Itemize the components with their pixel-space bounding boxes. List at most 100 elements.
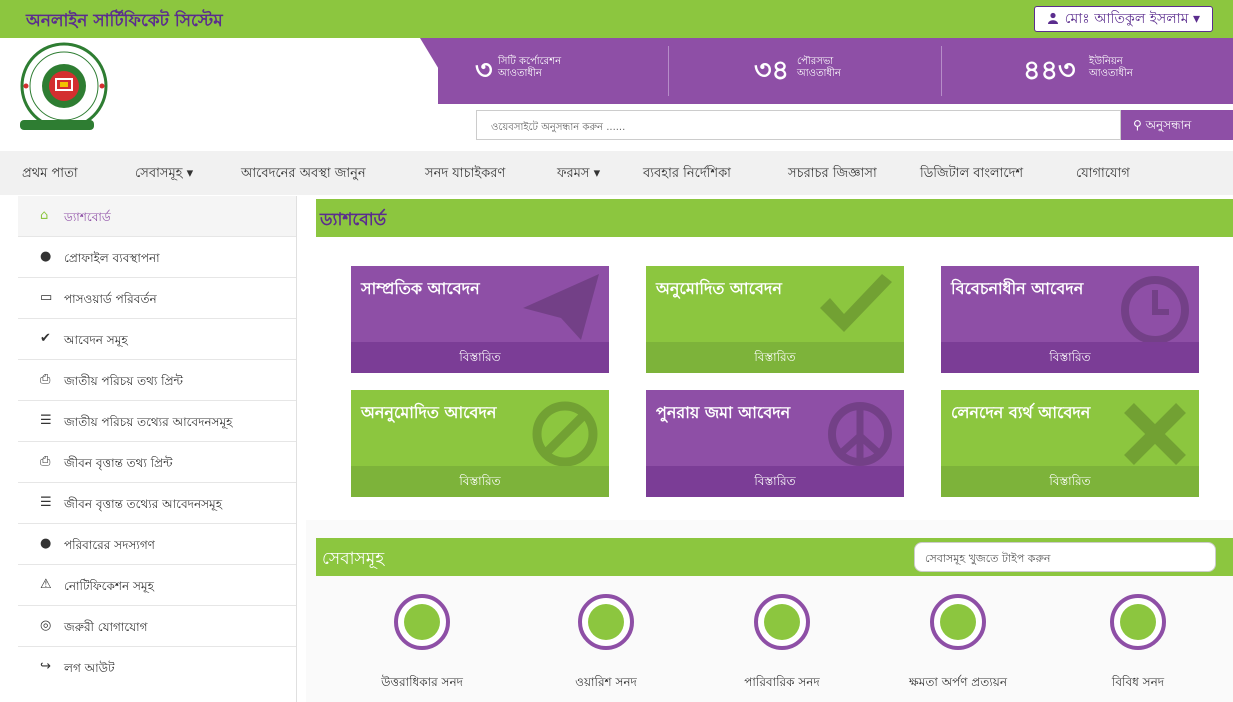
card-approved-applications[interactable]: অনুমোদিত আবেদন বিস্তারিত (646, 266, 904, 373)
family-icon (764, 604, 800, 640)
user-icon: ● (40, 536, 52, 551)
check-icon (820, 274, 892, 332)
card-details-link[interactable]: বিস্তারিত (941, 342, 1199, 373)
card-resubmitted-applications[interactable]: পুনরায় জমা আবেদন বিস্তারিত (646, 390, 904, 497)
search-button[interactable]: ⚲ অনুসন্ধান (1121, 110, 1233, 140)
sidebar-item-dashboard[interactable]: ⌂ ড্যাশবোর্ড (18, 196, 297, 237)
sidebar-item-label: জরুরী যোগাযোগ (64, 620, 148, 634)
list-icon: ☰ (40, 413, 52, 428)
user-name: মোঃ আতিকুল ইসলাম (1064, 11, 1189, 27)
stat-sublabel: আওতাধীন (1089, 68, 1133, 79)
chevron-down-icon: ▾ (182, 166, 194, 181)
service-icon-circle (754, 594, 810, 650)
warning-icon: ⚠ (40, 577, 52, 592)
menu-digital-bangladesh[interactable]: ডিজিটাল বাংলাদেশ (920, 164, 1023, 185)
card-title: অনুমোদিত আবেদন (656, 279, 782, 298)
card-recent-applications[interactable]: সাম্প্রতিক আবেদন বিস্তারিত (351, 266, 609, 373)
sidebar-item-label: জাতীয় পরিচয় তথ্য প্রিন্ট (64, 374, 183, 388)
user-menu-button[interactable]: মোঃ আতিকুল ইসলাম ▾ (1033, 6, 1213, 32)
stat-sublabel: আওতাধীন (498, 68, 542, 79)
handover-icon (940, 604, 976, 640)
service-icon-circle (930, 594, 986, 650)
card-title: বিবেচনাধীন আবেদন (951, 279, 1084, 298)
document-icon (404, 604, 440, 640)
sidebar-item-nid-print[interactable]: ⎙ জাতীয় পরিচয় তথ্য প্রিন্ট (18, 360, 297, 401)
print-icon: ⎙ (40, 454, 51, 469)
card-failed-transaction-applications[interactable]: লেনদেন ব্যর্থ আবেদন বিস্তারিত (941, 390, 1199, 497)
menu-contact[interactable]: যোগাযোগ (1076, 164, 1130, 185)
certificate-icon (1120, 604, 1156, 640)
close-icon (1124, 403, 1186, 465)
service-label: বিবিধ সনদ (1111, 675, 1165, 689)
sidebar-item-label: জীবন বৃত্তান্ত তথ্য প্রিন্ট (64, 456, 173, 470)
service-icon-circle (578, 594, 634, 650)
sidebar-item-nid-applications[interactable]: ☰ জাতীয় পরিচয় তথ্যের আবেদনসমূহ (18, 401, 297, 442)
service-label: পারিবারিক সনদ (744, 675, 820, 689)
card-rejected-applications[interactable]: অননুমোদিত আবেদন বিস্তারিত (351, 390, 609, 497)
card-details-link[interactable]: বিস্তারিত (351, 466, 609, 497)
stat-union: ৪৪৩ ইউনিয়ন আওতাধীন (942, 38, 1233, 104)
service-label: ওয়ারিশ সনদ (575, 675, 637, 689)
sidebar-item-label: আবেদন সমূহ (64, 333, 128, 347)
menu-application-status[interactable]: আবেদনের অবস্থা জানুন (241, 164, 366, 185)
sidebar-item-applications[interactable]: ✔ আবেদন সমূহ (18, 319, 297, 360)
sidebar-item-logout[interactable]: ↪ লগ আউট (18, 647, 297, 688)
sidebar-item-notifications[interactable]: ⚠ নোটিফিকেশন সমূহ (18, 565, 297, 606)
sidebar-item-family-members[interactable]: ● পরিবারের সদস্যগণ (18, 524, 297, 565)
card-title: লেনদেন ব্যর্থ আবেদন (951, 403, 1091, 422)
stats-bar: ৩ সিটি কর্পোরেশন আওতাধীন ৩৪ পৌরসভা আওতাধ… (438, 38, 1233, 104)
sidebar-item-emergency-contact[interactable]: ◎ জরুরী যোগাযোগ (18, 606, 297, 647)
print-icon: ⎙ (40, 372, 51, 387)
stat-municipality: ৩৪ পৌরসভা আওতাধীন (669, 38, 941, 104)
dashboard-title: ড্যাশবোর্ড (320, 210, 387, 230)
ban-icon (532, 401, 598, 466)
menu-home[interactable]: প্রথম পাতা (22, 164, 78, 185)
logout-icon: ↪ (40, 659, 51, 674)
card-details-link[interactable]: বিস্তারিত (646, 466, 904, 497)
site-search-input[interactable]: ওয়েবসাইটে অনুসন্ধান করুন ...... (476, 110, 1121, 140)
card-pending-applications[interactable]: বিবেচনাধীন আবেদন বিস্তারিত (941, 266, 1199, 373)
menu-user-guide[interactable]: ব্যবহার নির্দেশিকা (643, 164, 731, 185)
service-label: ক্ষমতা অর্পণ প্রত্যয়ন (909, 675, 1007, 689)
sidebar-item-label: পরিবারের সদস্যগণ (64, 538, 155, 552)
card-details-link[interactable]: বিস্তারিত (646, 342, 904, 373)
menu-services[interactable]: সেবাসমূহ ▾ (135, 164, 193, 185)
card-title: অননুমোদিত আবেদন (361, 403, 497, 422)
sidebar-item-profile[interactable]: ● প্রোফাইল ব্যবস্থাপনা (18, 237, 297, 278)
check-icon: ✔ (40, 331, 51, 346)
search-button-label: অনুসন্ধান (1145, 118, 1192, 132)
sidebar-item-label: নোটিফিকেশন সমূহ (64, 579, 154, 593)
chevron-down-icon: ▾ (589, 166, 601, 181)
sidebar-item-label: পাসওয়ার্ড পরিবর্তন (64, 292, 157, 306)
sidebar-item-label: জাতীয় পরিচয় তথ্যের আবেদনসমূহ (64, 415, 233, 429)
stat-number: ৩ (475, 55, 493, 86)
peace-icon (828, 402, 892, 466)
stat-number: ৩৪ (754, 55, 790, 86)
card-details-link[interactable]: বিস্তারিত (351, 342, 609, 373)
home-icon: ⌂ (40, 208, 49, 223)
menu-services-label: সেবাসমূহ (135, 166, 183, 181)
user-icon (1047, 12, 1058, 24)
main-menu: প্রথম পাতা সেবাসমূহ ▾ আবেদনের অবস্থা জান… (0, 151, 1233, 195)
sidebar-divider (296, 196, 297, 702)
card-details-link[interactable]: বিস্তারিত (941, 466, 1199, 497)
dashboard-header: ড্যাশবোর্ড (316, 199, 1233, 237)
menu-faq[interactable]: সচরাচর জিজ্ঞাসা (788, 164, 877, 185)
sidebar: ⌂ ড্যাশবোর্ড ● প্রোফাইল ব্যবস্থাপনা ▭ পা… (18, 196, 297, 702)
logo[interactable] (16, 40, 124, 136)
sidebar-item-bio-applications[interactable]: ☰ জীবন বৃত্তান্ত তথ্যের আবেদনসমূহ (18, 483, 297, 524)
services-search-input[interactable]: সেবাসমূহ খুজতে টাইপ করুন (914, 542, 1216, 572)
stat-number: ৪৪৩ (1023, 55, 1076, 86)
menu-certificate-verification[interactable]: সনদ যাচাইকরণ (425, 164, 505, 185)
services-title: সেবাসমূহ (322, 549, 385, 569)
menu-forms[interactable]: ফরমস ▾ (557, 164, 600, 185)
sidebar-item-label: লগ আউট (64, 661, 115, 675)
chevron-down-icon: ▾ (1192, 11, 1200, 27)
sidebar-item-bio-print[interactable]: ⎙ জীবন বৃত্তান্ত তথ্য প্রিন্ট (18, 442, 297, 483)
sidebar-item-password[interactable]: ▭ পাসওয়ার্ড পরিবর্তন (18, 278, 297, 319)
service-label: উত্তরাধিকার সনদ (381, 675, 463, 689)
menu-forms-label: ফরমস (557, 166, 590, 181)
app-title: অনলাইন সার্টিফিকেট সিস্টেম (26, 11, 223, 31)
stat-sublabel: আওতাধীন (797, 68, 841, 79)
list-icon: ☰ (40, 495, 52, 510)
